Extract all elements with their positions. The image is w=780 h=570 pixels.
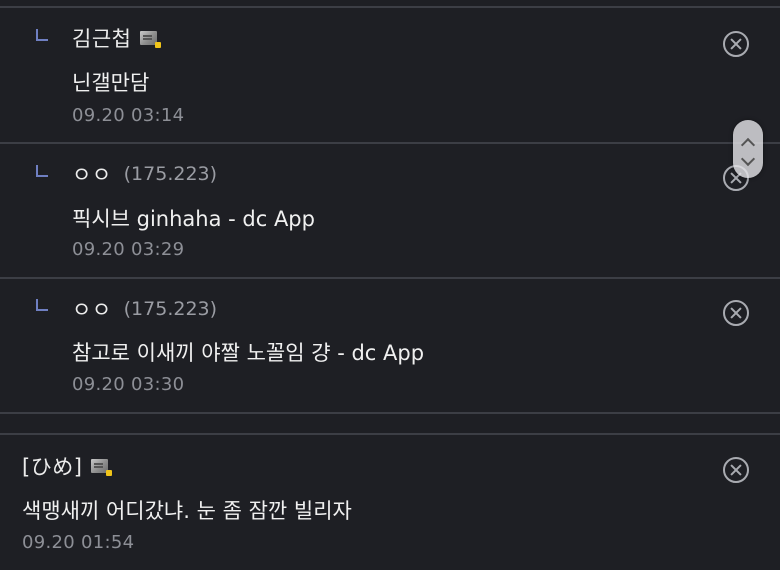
comment-list: 김근첩 닌갤만담 09.20 03:14 ㅇㅇ (175.223) 픽시브 gi… (0, 0, 780, 570)
comment-author: 김근첩 (72, 23, 162, 53)
comment-text: 색맹새끼 어디갔냐. 눈 좀 잠깐 빌리자 (22, 499, 352, 523)
comment-timestamp: 09.20 01:54 (22, 532, 135, 553)
nickname[interactable]: ㅇㅇ (72, 294, 112, 324)
reply-corner-icon (36, 29, 48, 41)
comment: [ひめ] 색맹새끼 어디갔냐. 눈 좀 잠깐 빌리자 09.20 01:54 (0, 435, 780, 570)
scroll-navigator[interactable] (733, 120, 763, 178)
reply-comment: ㅇㅇ (175.223) 참고로 이새끼 야짤 노꼴임 걍 - dc App 0… (0, 279, 780, 413)
comment-text: 픽시브 ginhaha - dc App (72, 207, 315, 231)
fixed-nick-icon (140, 31, 162, 48)
reply-corner-icon (36, 165, 48, 177)
chevron-down-icon[interactable] (740, 151, 756, 167)
nickname[interactable]: 김근첩 (72, 23, 131, 53)
comment-author: ㅇㅇ (175.223) (72, 159, 217, 189)
comment-timestamp: 09.20 03:30 (72, 374, 185, 395)
divider (0, 412, 780, 414)
delete-comment-button[interactable] (723, 457, 749, 483)
comment-author: ㅇㅇ (175.223) (72, 294, 217, 324)
comment-text: 참고로 이새끼 야짤 노꼴임 걍 - dc App (72, 341, 425, 365)
reply-corner-icon (36, 299, 48, 311)
nickname[interactable]: [ひめ] (22, 451, 82, 481)
reply-comment: ㅇㅇ (175.223) 픽시브 ginhaha - dc App 09.20 … (0, 144, 780, 278)
nickname[interactable]: ㅇㅇ (72, 159, 112, 189)
comment-author: [ひめ] (22, 451, 113, 481)
comment-timestamp: 09.20 03:14 (72, 105, 185, 126)
delete-comment-button[interactable] (723, 31, 749, 57)
comment-timestamp: 09.20 03:29 (72, 239, 185, 260)
fixed-nick-icon (91, 459, 113, 476)
ip-address: (175.223) (123, 298, 218, 320)
chevron-up-icon[interactable] (740, 137, 756, 153)
delete-comment-button[interactable] (723, 300, 749, 326)
comment-text: 닌갤만담 (72, 71, 150, 95)
reply-comment: 김근첩 닌갤만담 09.20 03:14 (0, 8, 780, 142)
ip-address: (175.223) (123, 163, 218, 185)
